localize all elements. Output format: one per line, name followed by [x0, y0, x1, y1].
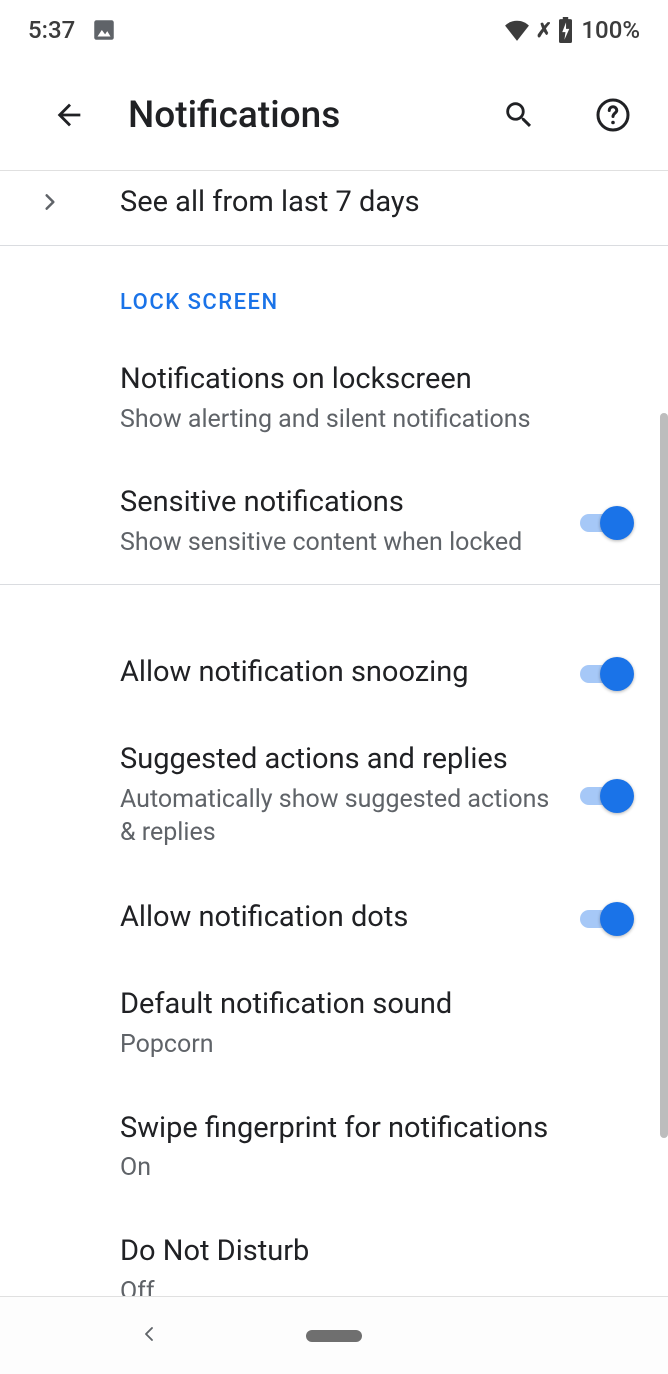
scrollbar[interactable]: [660, 413, 668, 1138]
setting-sensitive-notifications[interactable]: Sensitive notifications Show sensitive c…: [0, 460, 668, 583]
see-all-label: See all from last 7 days: [120, 185, 420, 219]
setting-allow-dots[interactable]: Allow notification dots: [0, 874, 668, 962]
setting-default-sound[interactable]: Default notification sound Popcorn: [0, 962, 668, 1085]
setting-title: Notifications on lockscreen: [120, 361, 618, 399]
image-icon: [91, 17, 117, 43]
status-right: ✗ 100%: [504, 16, 640, 44]
chevron-right-icon: [30, 192, 70, 212]
status-bar: 5:37 ✗ 100%: [0, 0, 668, 60]
wifi-icon: [504, 19, 530, 41]
setting-title: Suggested actions and replies: [120, 741, 558, 779]
setting-subtitle: Automatically show suggested actions & r…: [120, 783, 558, 851]
setting-title: Allow notification snoozing: [120, 654, 558, 692]
toggle-allow-dots[interactable]: [574, 898, 634, 938]
setting-title: Default notification sound: [120, 986, 618, 1024]
back-arrow-icon[interactable]: [48, 94, 90, 136]
setting-allow-snoozing[interactable]: Allow notification snoozing: [0, 629, 668, 717]
battery-percent: 100%: [581, 16, 640, 44]
setting-subtitle: Show alerting and silent notifications: [120, 403, 618, 437]
page-title: Notifications: [128, 94, 446, 137]
app-bar: Notifications: [0, 60, 668, 170]
setting-do-not-disturb[interactable]: Do Not Disturb Off: [0, 1209, 668, 1297]
toggle-suggested-actions[interactable]: [574, 775, 634, 815]
setting-title: Do Not Disturb: [120, 1233, 618, 1271]
data-off-icon: ✗: [536, 18, 553, 42]
section-gap: [0, 585, 668, 629]
nav-home-pill[interactable]: [306, 1330, 362, 1342]
setting-title: Sensitive notifications: [120, 484, 558, 522]
setting-title: Swipe fingerprint for notifications: [120, 1110, 618, 1148]
search-icon[interactable]: [498, 94, 540, 136]
setting-subtitle: On: [120, 1151, 618, 1185]
setting-suggested-actions[interactable]: Suggested actions and replies Automatica…: [0, 717, 668, 874]
status-time: 5:37: [28, 16, 75, 44]
setting-subtitle: Off: [120, 1275, 618, 1297]
setting-title: Allow notification dots: [120, 899, 558, 937]
setting-subtitle: Show sensitive content when locked: [120, 526, 558, 560]
toggle-allow-snoozing[interactable]: [574, 653, 634, 693]
navigation-bar: [0, 1296, 668, 1374]
setting-subtitle: Popcorn: [120, 1028, 618, 1062]
content[interactable]: See all from last 7 days LOCK SCREEN Not…: [0, 171, 668, 1297]
help-icon[interactable]: [592, 94, 634, 136]
toggle-sensitive-notifications[interactable]: [574, 502, 634, 542]
setting-swipe-fingerprint[interactable]: Swipe fingerprint for notifications On: [0, 1086, 668, 1209]
see-all-row[interactable]: See all from last 7 days: [0, 171, 668, 245]
lock-screen-header: LOCK SCREEN: [0, 246, 668, 337]
setting-notifications-on-lockscreen[interactable]: Notifications on lockscreen Show alertin…: [0, 337, 668, 460]
battery-charging-icon: [558, 17, 573, 43]
status-left: 5:37: [28, 16, 117, 44]
nav-back-icon[interactable]: [140, 1325, 158, 1347]
